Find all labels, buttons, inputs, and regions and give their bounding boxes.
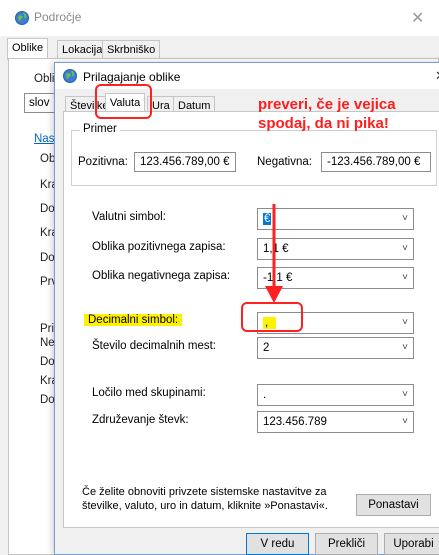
- ok-button[interactable]: V redu: [246, 533, 309, 555]
- decimal-digits-combo[interactable]: 2 ˅: [257, 337, 414, 359]
- tab-oblike[interactable]: Oblike: [7, 38, 49, 60]
- bg-label: Do: [40, 394, 55, 406]
- outer-window-title: Področje: [34, 10, 82, 24]
- region-globe-icon: [63, 69, 77, 83]
- digit-grouping-combo[interactable]: 123.456.789 ˅: [257, 411, 414, 433]
- chevron-down-icon: ˅: [402, 243, 408, 254]
- currency-symbol-label: Valutni simbol:: [92, 211, 166, 223]
- annotation-text: preveri, če je vejica spodaj, da ni pika…: [258, 96, 396, 132]
- decimal-digits-value: 2: [263, 342, 270, 354]
- chevron-down-icon: ˅: [402, 317, 408, 328]
- positive-format-label: Oblika pozitivnega zapisa:: [92, 241, 226, 253]
- tab-lokacija[interactable]: Lokacija: [57, 40, 108, 60]
- positive-example-label: Pozitivna:: [78, 156, 128, 168]
- negative-example-label: Negativna:: [257, 156, 312, 168]
- dialog-title: Prilagajanje oblike: [83, 70, 181, 84]
- group-separator-combo[interactable]: . ˅: [257, 384, 414, 406]
- outer-titlebar: Področje ✕: [0, 0, 439, 36]
- negative-format-label: Oblika negativnega zapisa:: [92, 270, 231, 282]
- positive-example-field: 123.456.789,00 €: [134, 152, 236, 172]
- example-group-label: Primer: [80, 123, 120, 135]
- region-globe-icon: [15, 11, 29, 25]
- annotation-arrow-icon: [265, 204, 283, 303]
- chevron-down-icon: ˅: [402, 342, 408, 353]
- reset-info-text: Če želite obnoviti privzete sistemske na…: [82, 486, 328, 512]
- bg-label: Pri: [40, 323, 55, 335]
- outer-close-icon[interactable]: ✕: [411, 8, 424, 28]
- chevron-down-icon: ˅: [402, 272, 408, 283]
- chevron-down-icon: ˅: [402, 213, 408, 224]
- tab-skrbnisko[interactable]: Skrbniško: [102, 40, 161, 60]
- group-separator-value: .: [263, 389, 267, 401]
- reset-button[interactable]: Ponastavi: [356, 494, 431, 516]
- digit-grouping-label: Združevanje števk:: [92, 414, 189, 426]
- group-separator-label: Ločilo med skupinami:: [92, 387, 206, 399]
- negative-example-field: -123.456.789,00 €: [321, 152, 431, 172]
- apply-button[interactable]: Uporabi: [384, 533, 439, 555]
- annotation-tab-box: [95, 84, 152, 119]
- bg-label: Do: [40, 356, 55, 368]
- chevron-down-icon: ˅: [402, 416, 408, 427]
- dialog-close-icon[interactable]: ✕: [435, 68, 439, 84]
- chevron-down-icon: ˅: [402, 389, 408, 400]
- digit-grouping-value: 123.456.789: [263, 416, 327, 428]
- decimal-symbol-label: Decimalni simbol:: [84, 314, 183, 326]
- cancel-button[interactable]: Prekliči: [315, 533, 378, 555]
- bg-label: Ne: [40, 337, 55, 349]
- annotation-combo-box: [241, 302, 303, 332]
- decimal-digits-label: Število decimalnih mest:: [92, 340, 216, 352]
- bg-label: Do: [40, 203, 55, 215]
- bg-label: Do: [40, 252, 55, 264]
